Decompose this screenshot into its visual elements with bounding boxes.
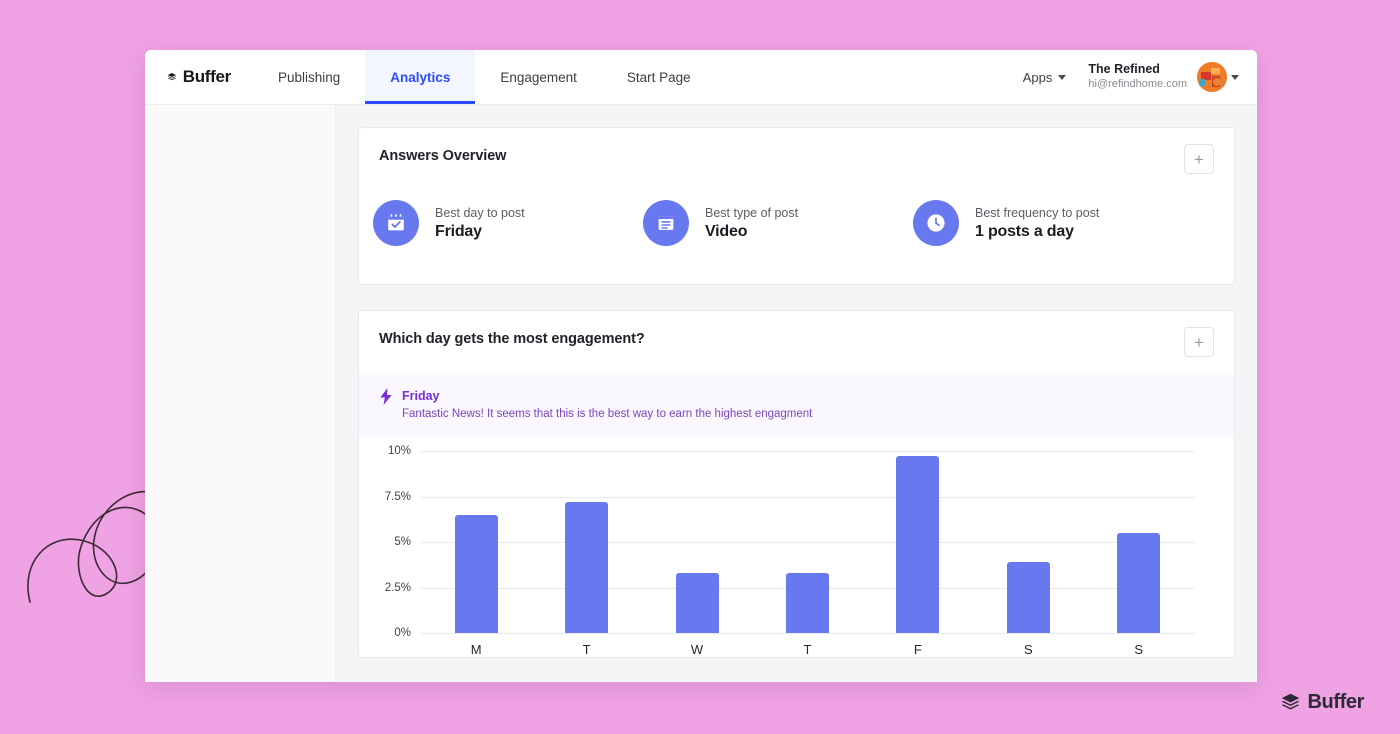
apps-menu-label: Apps: [1023, 70, 1053, 85]
answers-overview-add-button[interactable]: +: [1184, 144, 1214, 174]
answer-best-day-value: Friday: [435, 223, 525, 241]
answer-best-type: Best type of post Video: [643, 200, 913, 246]
y-axis-tick-label: 5%: [394, 536, 411, 548]
nav-right-group: Apps The Refined hi@refindhome.com: [1023, 50, 1257, 104]
x-axis-tick-label: T: [752, 642, 862, 657]
chart-bar-column[interactable]: [752, 451, 862, 633]
chart-bar[interactable]: [676, 573, 719, 633]
chevron-down-icon: [1058, 75, 1066, 80]
answer-best-day: Best day to post Friday: [373, 200, 643, 246]
tab-engagement-label: Engagement: [500, 70, 577, 85]
chart-bar-column[interactable]: [1084, 451, 1194, 633]
engagement-card-header: Which day gets the most engagement? +: [359, 311, 1234, 357]
chart-bars: [421, 451, 1194, 633]
buffer-watermark: Buffer: [1280, 691, 1365, 714]
answers-overview-card: Answers Overview +: [358, 127, 1235, 285]
insight-banner: Friday Fantastic News! It seems that thi…: [359, 375, 1234, 437]
x-axis-tick-label: T: [531, 642, 641, 657]
x-axis-tick-label: M: [421, 642, 531, 657]
nav-tabs: Publishing Analytics Engagement Start Pa…: [253, 50, 716, 104]
x-axis-tick-label: W: [642, 642, 752, 657]
buffer-logo-icon: [167, 68, 177, 86]
main-content: Answers Overview +: [336, 105, 1257, 682]
chart-bar-column[interactable]: [863, 451, 973, 633]
answer-best-frequency-text: Best frequency to post 1 posts a day: [975, 206, 1099, 241]
chart-bar[interactable]: [455, 515, 498, 633]
x-axis-tick-label: S: [1084, 642, 1194, 657]
chevron-down-icon: [1231, 75, 1239, 80]
insight-text: Fantastic News! It seems that this is th…: [402, 406, 812, 423]
answers-list: Best day to post Friday: [359, 174, 1234, 284]
avatar: [1197, 62, 1227, 92]
answer-best-type-text: Best type of post Video: [705, 206, 798, 241]
clock-icon-circle: [913, 200, 959, 246]
answer-best-day-label: Best day to post: [435, 206, 525, 220]
tab-publishing[interactable]: Publishing: [253, 50, 365, 104]
clock-icon: [924, 211, 948, 235]
chart-bar-column[interactable]: [421, 451, 531, 633]
account-text: The Refined hi@refindhome.com: [1088, 62, 1187, 91]
answers-overview-header: Answers Overview +: [359, 128, 1234, 174]
engagement-bar-chart: 0%2.5%5%7.5%10% MTWTFSS: [359, 437, 1234, 657]
insight-title: Friday: [402, 387, 812, 406]
apps-menu-button[interactable]: Apps: [1023, 70, 1067, 85]
engagement-card-add-button[interactable]: +: [1184, 327, 1214, 357]
tab-start-page-label: Start Page: [627, 70, 691, 85]
chart-y-axis: 0%2.5%5%7.5%10%: [375, 451, 421, 633]
calendar-check-icon-circle: [373, 200, 419, 246]
lightning-bolt-icon: [379, 388, 393, 405]
buffer-logo-icon: [1280, 692, 1301, 713]
tab-analytics-label: Analytics: [390, 70, 450, 85]
account-name: The Refined: [1088, 62, 1187, 78]
watermark-text: Buffer: [1308, 691, 1365, 714]
y-axis-tick-label: 7.5%: [385, 491, 411, 503]
answer-best-type-value: Video: [705, 223, 798, 241]
account-email: hi@refindhome.com: [1088, 78, 1187, 92]
brand-name: Buffer: [183, 67, 231, 87]
user-avatar-icon: [1197, 62, 1227, 92]
y-axis-tick-label: 0%: [394, 627, 411, 639]
insight-body: Friday Fantastic News! It seems that thi…: [402, 387, 812, 423]
buffer-brand-logo[interactable]: Buffer: [145, 50, 253, 104]
engagement-chart-card: Which day gets the most engagement? + Fr…: [358, 310, 1235, 658]
answers-overview-title: Answers Overview: [379, 148, 506, 164]
chart-grid: 0%2.5%5%7.5%10%: [375, 451, 1194, 633]
chart-gridline: [421, 633, 1194, 634]
avatar-wrap[interactable]: [1197, 62, 1239, 92]
chart-plot-area: [421, 451, 1194, 633]
answer-best-frequency-value: 1 posts a day: [975, 223, 1099, 241]
answer-best-frequency: Best frequency to post 1 posts a day: [913, 200, 1183, 246]
answer-best-day-text: Best day to post Friday: [435, 206, 525, 241]
chart-x-axis-labels: MTWTFSS: [421, 642, 1194, 657]
top-navigation-bar: Buffer Publishing Analytics Engagement S…: [145, 50, 1257, 105]
tab-publishing-label: Publishing: [278, 70, 340, 85]
y-axis-tick-label: 2.5%: [385, 582, 411, 594]
sidebar: [145, 105, 336, 682]
article-document-icon: [655, 212, 677, 234]
chart-bar-column[interactable]: [973, 451, 1083, 633]
tab-analytics[interactable]: Analytics: [365, 50, 475, 104]
chart-bar[interactable]: [565, 502, 608, 633]
x-axis-tick-label: S: [973, 642, 1083, 657]
chart-x-axis-grid: MTWTFSS: [375, 633, 1194, 657]
chart-bar[interactable]: [896, 456, 939, 633]
account-menu-button[interactable]: The Refined hi@refindhome.com: [1088, 62, 1239, 92]
tab-engagement[interactable]: Engagement: [475, 50, 602, 104]
chart-bar[interactable]: [1007, 562, 1050, 633]
app-body: Answers Overview +: [145, 105, 1257, 682]
chart-bar[interactable]: [786, 573, 829, 633]
calendar-check-icon: [385, 212, 407, 234]
app-window: Buffer Publishing Analytics Engagement S…: [145, 50, 1257, 682]
y-axis-tick-label: 10%: [388, 445, 411, 457]
chart-bar-column[interactable]: [642, 451, 752, 633]
engagement-card-title: Which day gets the most engagement?: [379, 331, 645, 347]
answer-best-frequency-label: Best frequency to post: [975, 206, 1099, 220]
x-axis-tick-label: F: [863, 642, 973, 657]
chart-bar-column[interactable]: [531, 451, 641, 633]
answer-best-type-label: Best type of post: [705, 206, 798, 220]
article-document-icon-circle: [643, 200, 689, 246]
chart-bar[interactable]: [1117, 533, 1160, 633]
tab-start-page[interactable]: Start Page: [602, 50, 716, 104]
